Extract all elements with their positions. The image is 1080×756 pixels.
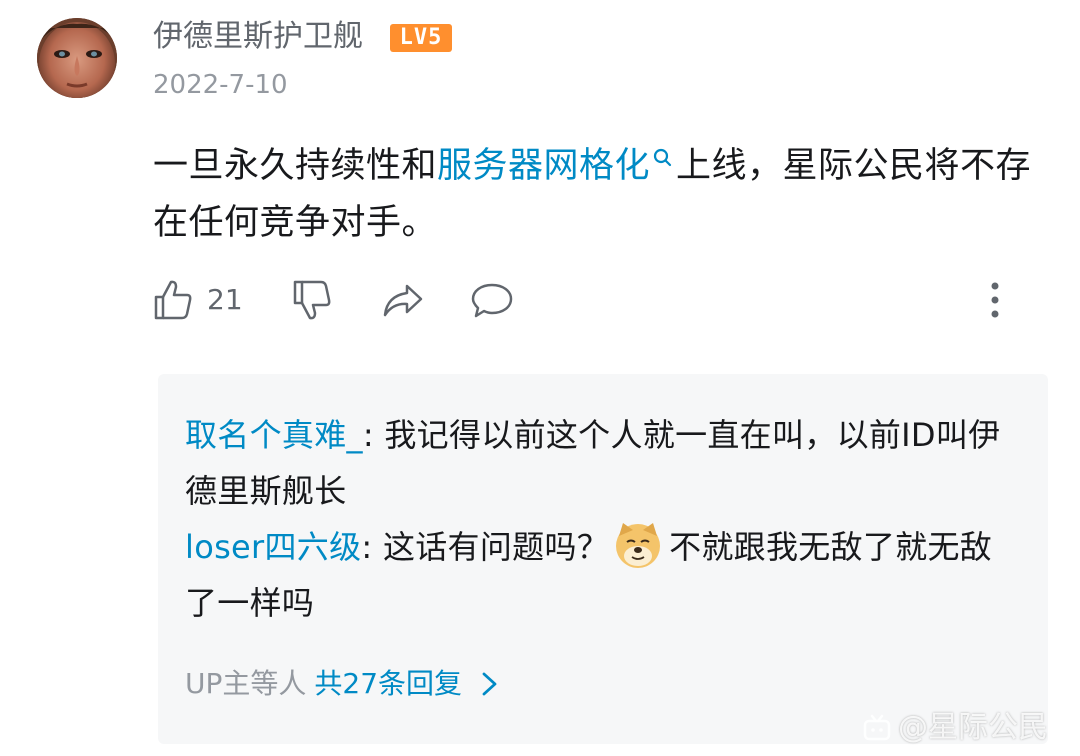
like-count: 21 [207,283,243,316]
level-badge-text: LV5 [399,25,443,50]
bilibili-tv-icon [863,714,891,741]
watermark-text: @星际公民 [898,710,1048,745]
avatar-image [37,18,117,98]
thumbs-down-icon [293,280,331,320]
comment-page: 伊德里斯护卫舰 LV5 2022-7-10 一旦永久持续性和服务器网格化 上线，星… [0,0,1080,756]
chevron-right-icon [482,672,497,696]
share-button[interactable] [381,278,425,322]
comment-icon [471,283,513,318]
reply-separator: : [361,528,383,566]
comment-text: 一旦永久持续性和服务器网格化 上线，星际公民将不存在任何竞争对手。 [153,138,1053,252]
search-link[interactable]: 服务器网格化 [437,146,676,186]
reply-separator: : [362,416,385,454]
level-badge: LV5 [390,24,452,52]
reply-username[interactable]: loser四六级 [185,528,361,566]
more-options-button[interactable] [980,280,1010,320]
view-all-replies[interactable]: UP主等人 共27条回复 [185,664,500,704]
search-link-text[interactable]: 服务器网格化 [437,146,650,186]
search-icon [653,148,672,167]
replies-preview[interactable]: 取名个真难_: 我记得以前这个人就一直在叫，以前ID叫伊德里斯舰长 loser四… [158,374,1048,744]
comment-author-name[interactable]: 伊德里斯护卫舰 [153,17,363,57]
reply-username[interactable]: 取名个真难_ [185,416,363,454]
watermark: @星际公民 [862,708,1048,748]
reply-text-part-1: 这话有问题吗？ [382,528,610,566]
dislike-button[interactable] [292,278,332,322]
reply-item[interactable]: loser四六级: 这话有问题吗？ 不就跟我无敌了就无敌了一样吗 [185,519,1015,631]
like-button[interactable]: 21 [153,278,243,322]
reply-footer-prefix: UP主等人 [185,667,307,700]
reply-button[interactable] [470,278,514,322]
comment-date: 2022-7-10 [153,70,288,100]
more-vertical-icon [991,282,999,318]
reply-count[interactable]: 共27条回复 [314,664,462,704]
reply-item[interactable]: 取名个真难_: 我记得以前这个人就一直在叫，以前ID叫伊德里斯舰长 [185,407,1015,519]
share-icon [383,284,423,317]
thumbs-up-icon [154,280,192,320]
doge-emoji [616,523,661,568]
comment-text-part-1: 一旦永久持续性和 [153,146,438,186]
avatar[interactable] [37,18,117,98]
